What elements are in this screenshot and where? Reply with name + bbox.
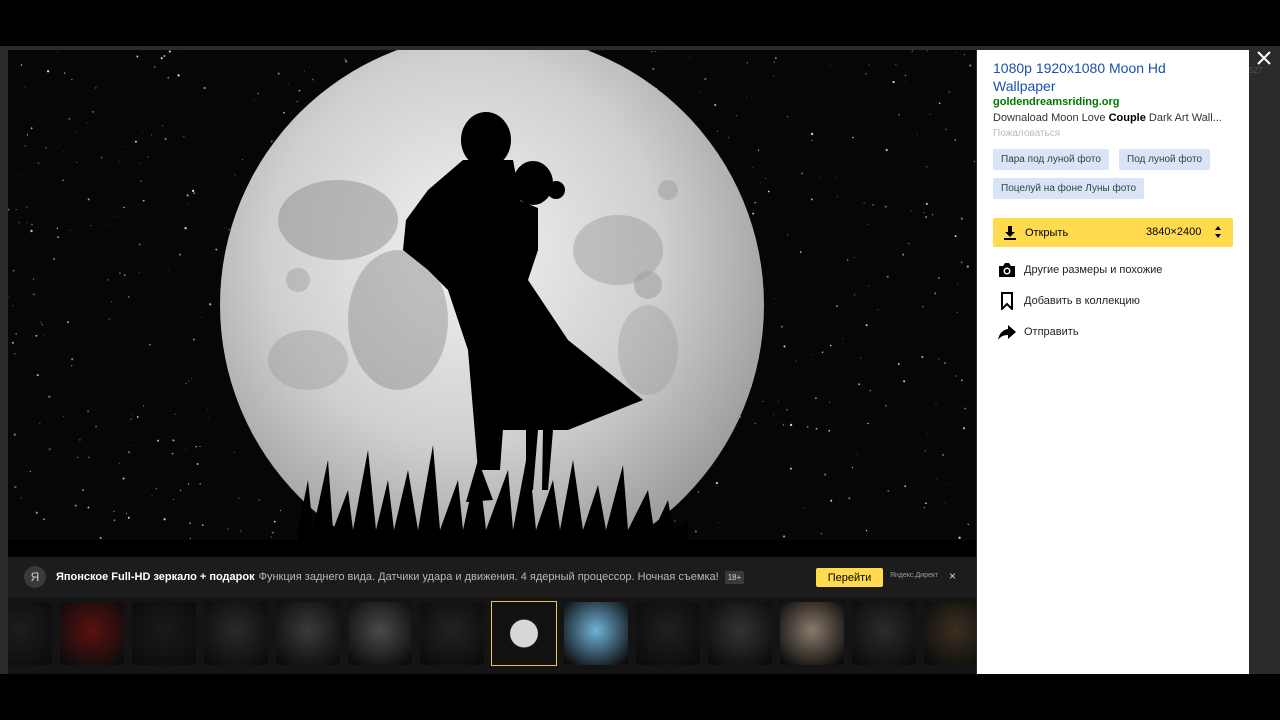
sort-arrows-icon[interactable] [1214, 225, 1222, 239]
couple-embrace-thumb[interactable] [204, 602, 268, 665]
share-action[interactable]: Отправить [997, 322, 1079, 342]
edge-counter: 527 [1249, 66, 1263, 75]
bookmark-icon [1001, 292, 1013, 310]
dark-thumb[interactable] [8, 602, 52, 665]
lightning-thumb[interactable] [132, 602, 196, 665]
image-info-panel: 1080p 1920x1080 Moon Hd Wallpaper golden… [977, 50, 1249, 674]
description-highlight: Couple [1108, 112, 1146, 124]
resolution-select[interactable]: 3840×2400 [1146, 226, 1201, 238]
ad-close-icon[interactable]: × [949, 569, 956, 583]
screen: Я Японское Full-HD зеркало + подарок Фун… [0, 0, 1280, 720]
image-description: Downaload Moon Love Couple Dark Art Wall… [993, 112, 1238, 124]
complain-link[interactable]: Пожаловаться [993, 128, 1060, 139]
add-to-collection-action[interactable]: Добавить в коллекцию [997, 291, 1140, 311]
dance-thumb[interactable] [852, 602, 916, 665]
download-icon [1004, 225, 1016, 240]
ad-title[interactable]: Японское Full-HD зеркало + подарок [56, 571, 255, 583]
open-label: Открыть [1025, 226, 1069, 239]
other-sizes-action[interactable]: Другие размеры и похожие [997, 260, 1162, 280]
share-arrow-icon [998, 325, 1016, 340]
description-text: Downaload Moon Love [993, 112, 1109, 124]
street-couple-thumb[interactable] [924, 602, 976, 665]
ad-go-button[interactable]: Перейти [816, 568, 883, 587]
couple-bw-thumb[interactable] [276, 602, 340, 665]
moon-couple-thumb[interactable] [491, 601, 557, 666]
description-text-end: Dark Art Wall... [1145, 112, 1222, 124]
woman-thumb[interactable] [636, 602, 700, 665]
main-image[interactable] [8, 50, 976, 557]
add-to-collection-label: Добавить в коллекцию [1024, 295, 1140, 307]
umbrella-couple-thumb[interactable] [708, 602, 772, 665]
tag-couple-moon[interactable]: Пара под луной фото [993, 149, 1109, 170]
share-label: Отправить [1024, 326, 1079, 338]
camera-icon [999, 263, 1015, 277]
other-sizes-label: Другие размеры и похожие [1024, 264, 1163, 276]
tag-kiss-moon[interactable]: Поцелуй на фоне Луны фото [993, 178, 1145, 199]
ad-text: Функция заднего вида. Датчики удара и дв… [258, 571, 719, 583]
kiss-silhouette-thumb[interactable] [564, 602, 628, 665]
thumbnail-strip [8, 597, 976, 674]
ad-banner[interactable]: Я Японское Full-HD зеркало + подарок Фун… [8, 557, 976, 597]
yandex-logo-icon: Я [24, 566, 46, 588]
red-dress-couple-thumb[interactable] [60, 602, 124, 665]
age-badge: 18+ [724, 570, 745, 584]
couple-kiss-thumb[interactable] [348, 602, 412, 665]
couple-dance-thumb[interactable] [420, 602, 484, 665]
source-domain-link[interactable]: goldendreamsriding.org [993, 96, 1120, 108]
image-title-link[interactable]: 1080p 1920x1080 Moon Hd Wallpaper [993, 59, 1213, 95]
close-icon[interactable] [1255, 49, 1273, 67]
couple-portrait-thumb[interactable] [780, 602, 844, 665]
tag-under-moon[interactable]: Под луной фото [1119, 149, 1211, 170]
ad-source-label[interactable]: Яндекс.Директ [890, 572, 938, 579]
open-image-button[interactable]: Открыть 3840×2400 [993, 218, 1233, 247]
